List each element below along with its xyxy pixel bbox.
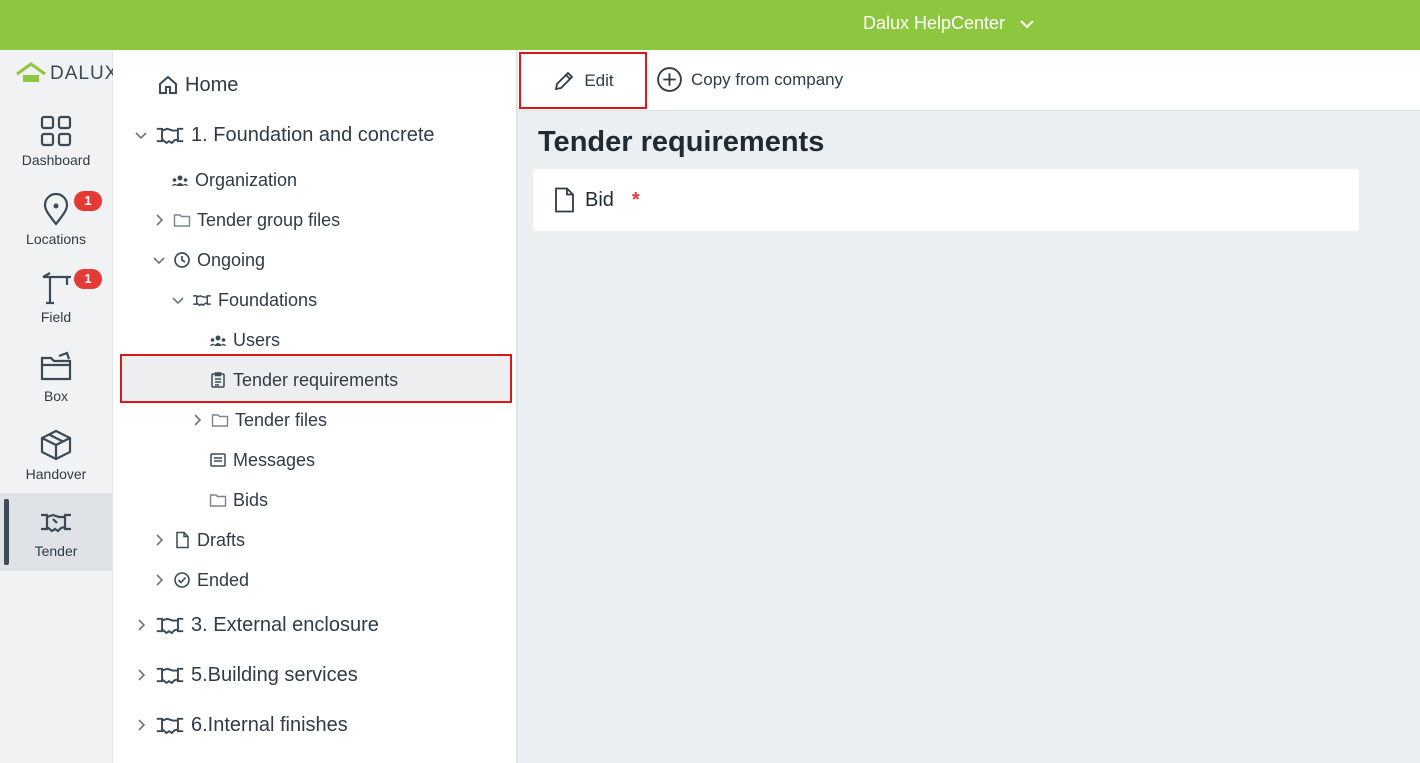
handshake-icon <box>193 295 211 307</box>
document-icon <box>176 531 189 549</box>
tree-item-home[interactable]: Home <box>157 72 238 98</box>
rail-label: Dashboard <box>21 152 91 168</box>
plus-circle-icon <box>657 67 682 92</box>
tree-item-label: 3. External enclosure <box>191 613 379 636</box>
location-pin-icon <box>43 193 69 226</box>
tree-item-tender-group-files[interactable]: Tender group files <box>151 207 340 233</box>
rail-item-tender[interactable]: Tender <box>0 493 112 571</box>
copy-from-company-button[interactable]: Copy from company <box>656 66 843 93</box>
tree-item-bids[interactable]: Bids <box>209 487 268 513</box>
crane-icon <box>42 272 71 305</box>
tree-group-external-enclosure[interactable]: 3. External enclosure <box>133 612 379 638</box>
tree-item-label: Tender requirements <box>233 369 399 390</box>
box-icon <box>40 429 72 461</box>
chevron-right-icon[interactable] <box>133 717 149 733</box>
rail-item-box[interactable]: Box <box>0 342 112 420</box>
check-circle-icon <box>174 572 190 588</box>
clock-icon <box>174 252 190 268</box>
tree-item-label: Ended <box>197 569 250 590</box>
tree-item-organization[interactable]: Organization <box>171 167 297 193</box>
handshake-icon <box>156 717 184 735</box>
chevron-right-icon[interactable] <box>133 667 149 683</box>
tree-item-label: Users <box>233 329 281 350</box>
tree-item-label: 1. Foundation and concrete <box>191 123 435 146</box>
rail-label: Tender <box>34 543 78 559</box>
requirement-label: Bid <box>585 188 614 211</box>
helpcenter-label: Dalux HelpCenter <box>863 13 1006 33</box>
dashboard-icon <box>40 115 72 147</box>
tree-group-foundation[interactable]: 1. Foundation and concrete <box>133 122 435 148</box>
copy-from-company-label: Copy from company <box>691 69 844 89</box>
tree-item-label: Foundations <box>218 289 318 310</box>
logo-text: DALUX <box>50 63 119 84</box>
rail-label: Handover <box>25 466 87 482</box>
tree-item-ongoing[interactable]: Ongoing <box>151 247 265 273</box>
tree-group-building-services[interactable]: 5.Building services <box>133 662 358 688</box>
tree-item-label: Bids <box>233 489 269 510</box>
helpcenter-menu[interactable]: Dalux HelpCenter <box>863 13 1035 34</box>
page-title: Tender requirements <box>538 126 825 158</box>
tree-item-drafts[interactable]: Drafts <box>151 527 245 553</box>
rail-label: Box <box>43 388 69 404</box>
dalux-logo[interactable]: DALUX <box>16 62 118 86</box>
document-icon <box>555 187 574 213</box>
tree-item-ended[interactable]: Ended <box>151 567 249 593</box>
toolbar <box>518 50 1420 111</box>
handshake-icon <box>156 127 184 145</box>
tree-item-label: Messages <box>233 449 316 470</box>
house-logo-icon <box>16 62 46 82</box>
rail-label: Field <box>40 309 72 325</box>
home-icon <box>159 75 177 94</box>
chevron-down-icon[interactable] <box>133 127 149 143</box>
tree-item-tender-files[interactable]: Tender files <box>189 407 327 433</box>
tree-item-label: Home <box>185 73 239 96</box>
chevron-right-icon[interactable] <box>151 572 167 588</box>
tree-group-internal-finishes[interactable]: 6.Internal finishes <box>133 712 348 738</box>
handshake-icon <box>156 617 184 635</box>
folder-icon <box>209 494 227 507</box>
chevron-right-icon[interactable] <box>151 212 167 228</box>
rail-item-handover[interactable]: Handover <box>0 420 112 498</box>
tree-item-foundations[interactable]: Foundations <box>170 287 317 313</box>
tree-item-messages[interactable]: Messages <box>209 447 315 473</box>
folder-icon <box>211 414 229 427</box>
folder-icon <box>173 214 191 227</box>
chevron-down-icon[interactable] <box>170 292 186 308</box>
tree-item-label: 5.Building services <box>191 663 358 686</box>
required-asterisk: * <box>631 188 640 211</box>
tree-item-label: Tender files <box>235 409 328 430</box>
handshake-icon <box>41 513 71 533</box>
tree-item-tender-requirements[interactable]: Tender requirements <box>209 367 398 393</box>
message-icon <box>210 453 226 467</box>
users-icon <box>171 175 189 186</box>
edit-label: Edit <box>584 70 614 90</box>
tree-item-users[interactable]: Users <box>209 327 280 353</box>
notification-badge: 1 <box>74 191 102 211</box>
rail-label: Locations <box>26 231 86 247</box>
tree-item-label: Drafts <box>197 529 246 550</box>
tree-item-label: Organization <box>195 169 298 190</box>
rail-item-locations[interactable]: Locations 1 <box>0 185 112 263</box>
chevron-down-icon[interactable] <box>151 252 167 268</box>
tree-item-label: Ongoing <box>197 249 266 270</box>
notification-badge: 1 <box>74 269 102 289</box>
chevron-right-icon[interactable] <box>133 617 149 633</box>
pencil-icon <box>555 71 574 90</box>
folder-icon <box>40 351 72 381</box>
top-bar <box>0 0 1420 50</box>
edit-button[interactable]: Edit <box>519 52 647 109</box>
rail-item-field[interactable]: Field 1 <box>0 263 112 341</box>
chevron-right-icon[interactable] <box>151 532 167 548</box>
tree-item-label: 6.Internal finishes <box>191 713 348 736</box>
rail-item-dashboard[interactable]: Dashboard <box>0 106 112 184</box>
tree-item-label: Tender group files <box>197 209 341 230</box>
chevron-down-icon <box>1020 19 1034 28</box>
chevron-right-icon[interactable] <box>189 412 205 428</box>
handshake-icon <box>156 667 184 685</box>
requirement-row[interactable]: Bid * <box>533 169 1359 231</box>
users-icon <box>209 335 227 346</box>
clipboard-list-icon <box>211 372 225 388</box>
